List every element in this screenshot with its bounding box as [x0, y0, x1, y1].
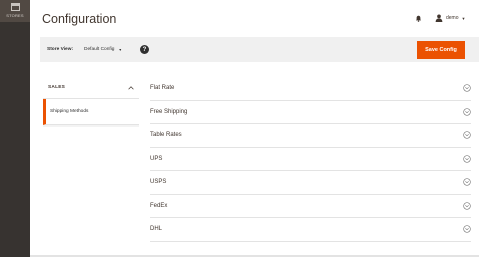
- tab-group-label: SALES: [48, 85, 65, 90]
- section-title: USPS: [150, 179, 167, 186]
- account-menu[interactable]: demo ▼: [435, 14, 465, 22]
- page-title: Configuration: [42, 12, 117, 26]
- expand-circle-icon: [463, 84, 471, 92]
- section-flat-rate[interactable]: Flat Rate: [150, 77, 471, 101]
- section-usps[interactable]: USPS: [150, 171, 471, 195]
- admin-menu: STORES: [0, 0, 30, 257]
- tab-item-label: Shipping Methods: [50, 109, 89, 114]
- section-title: Table Rates: [150, 132, 182, 139]
- store-view-switcher-bar: Store View: Default Config ▼ ? Save Conf…: [40, 37, 479, 62]
- store-view-label: Store View:: [47, 47, 74, 52]
- expand-circle-icon: [463, 155, 471, 163]
- help-icon[interactable]: ?: [140, 45, 149, 54]
- caret-down-icon: ▼: [118, 47, 122, 52]
- section-dhl[interactable]: DHL: [150, 218, 471, 242]
- user-icon: [435, 14, 443, 22]
- notifications-bell-icon[interactable]: [415, 15, 422, 22]
- config-sections: Flat Rate Free Shipping Table Rates UPS …: [150, 77, 471, 242]
- caret-down-icon: ▼: [461, 15, 466, 21]
- user-name: demo: [446, 15, 459, 21]
- store-icon: [10, 3, 20, 11]
- expand-circle-icon: [463, 178, 471, 186]
- save-config-button[interactable]: Save Config: [417, 41, 465, 59]
- expand-circle-icon: [463, 202, 471, 210]
- section-title: DHL: [150, 226, 163, 233]
- section-title: Free Shipping: [150, 108, 188, 115]
- section-table-rates[interactable]: Table Rates: [150, 124, 471, 148]
- section-title: UPS: [150, 155, 163, 162]
- section-free-shipping[interactable]: Free Shipping: [150, 101, 471, 124]
- expand-circle-icon: [463, 108, 471, 116]
- section-title: FedEx: [150, 202, 168, 209]
- section-title: Flat Rate: [150, 85, 175, 92]
- tab-group-sales[interactable]: SALES: [43, 77, 139, 99]
- section-ups[interactable]: UPS: [150, 148, 471, 171]
- store-view-dropdown[interactable]: Default Config ▼: [84, 47, 122, 52]
- chevron-up-icon: [128, 85, 134, 89]
- menu-item-stores[interactable]: STORES: [0, 0, 30, 22]
- tab-shipping-methods[interactable]: Shipping Methods: [43, 99, 139, 125]
- store-view-value: Default Config: [84, 47, 115, 52]
- section-fedex[interactable]: FedEx: [150, 195, 471, 218]
- expand-circle-icon: [463, 131, 471, 139]
- config-tabs: SALES Shipping Methods: [43, 77, 139, 127]
- expand-circle-icon: [463, 225, 471, 233]
- menu-item-stores-label: STORES: [6, 13, 24, 18]
